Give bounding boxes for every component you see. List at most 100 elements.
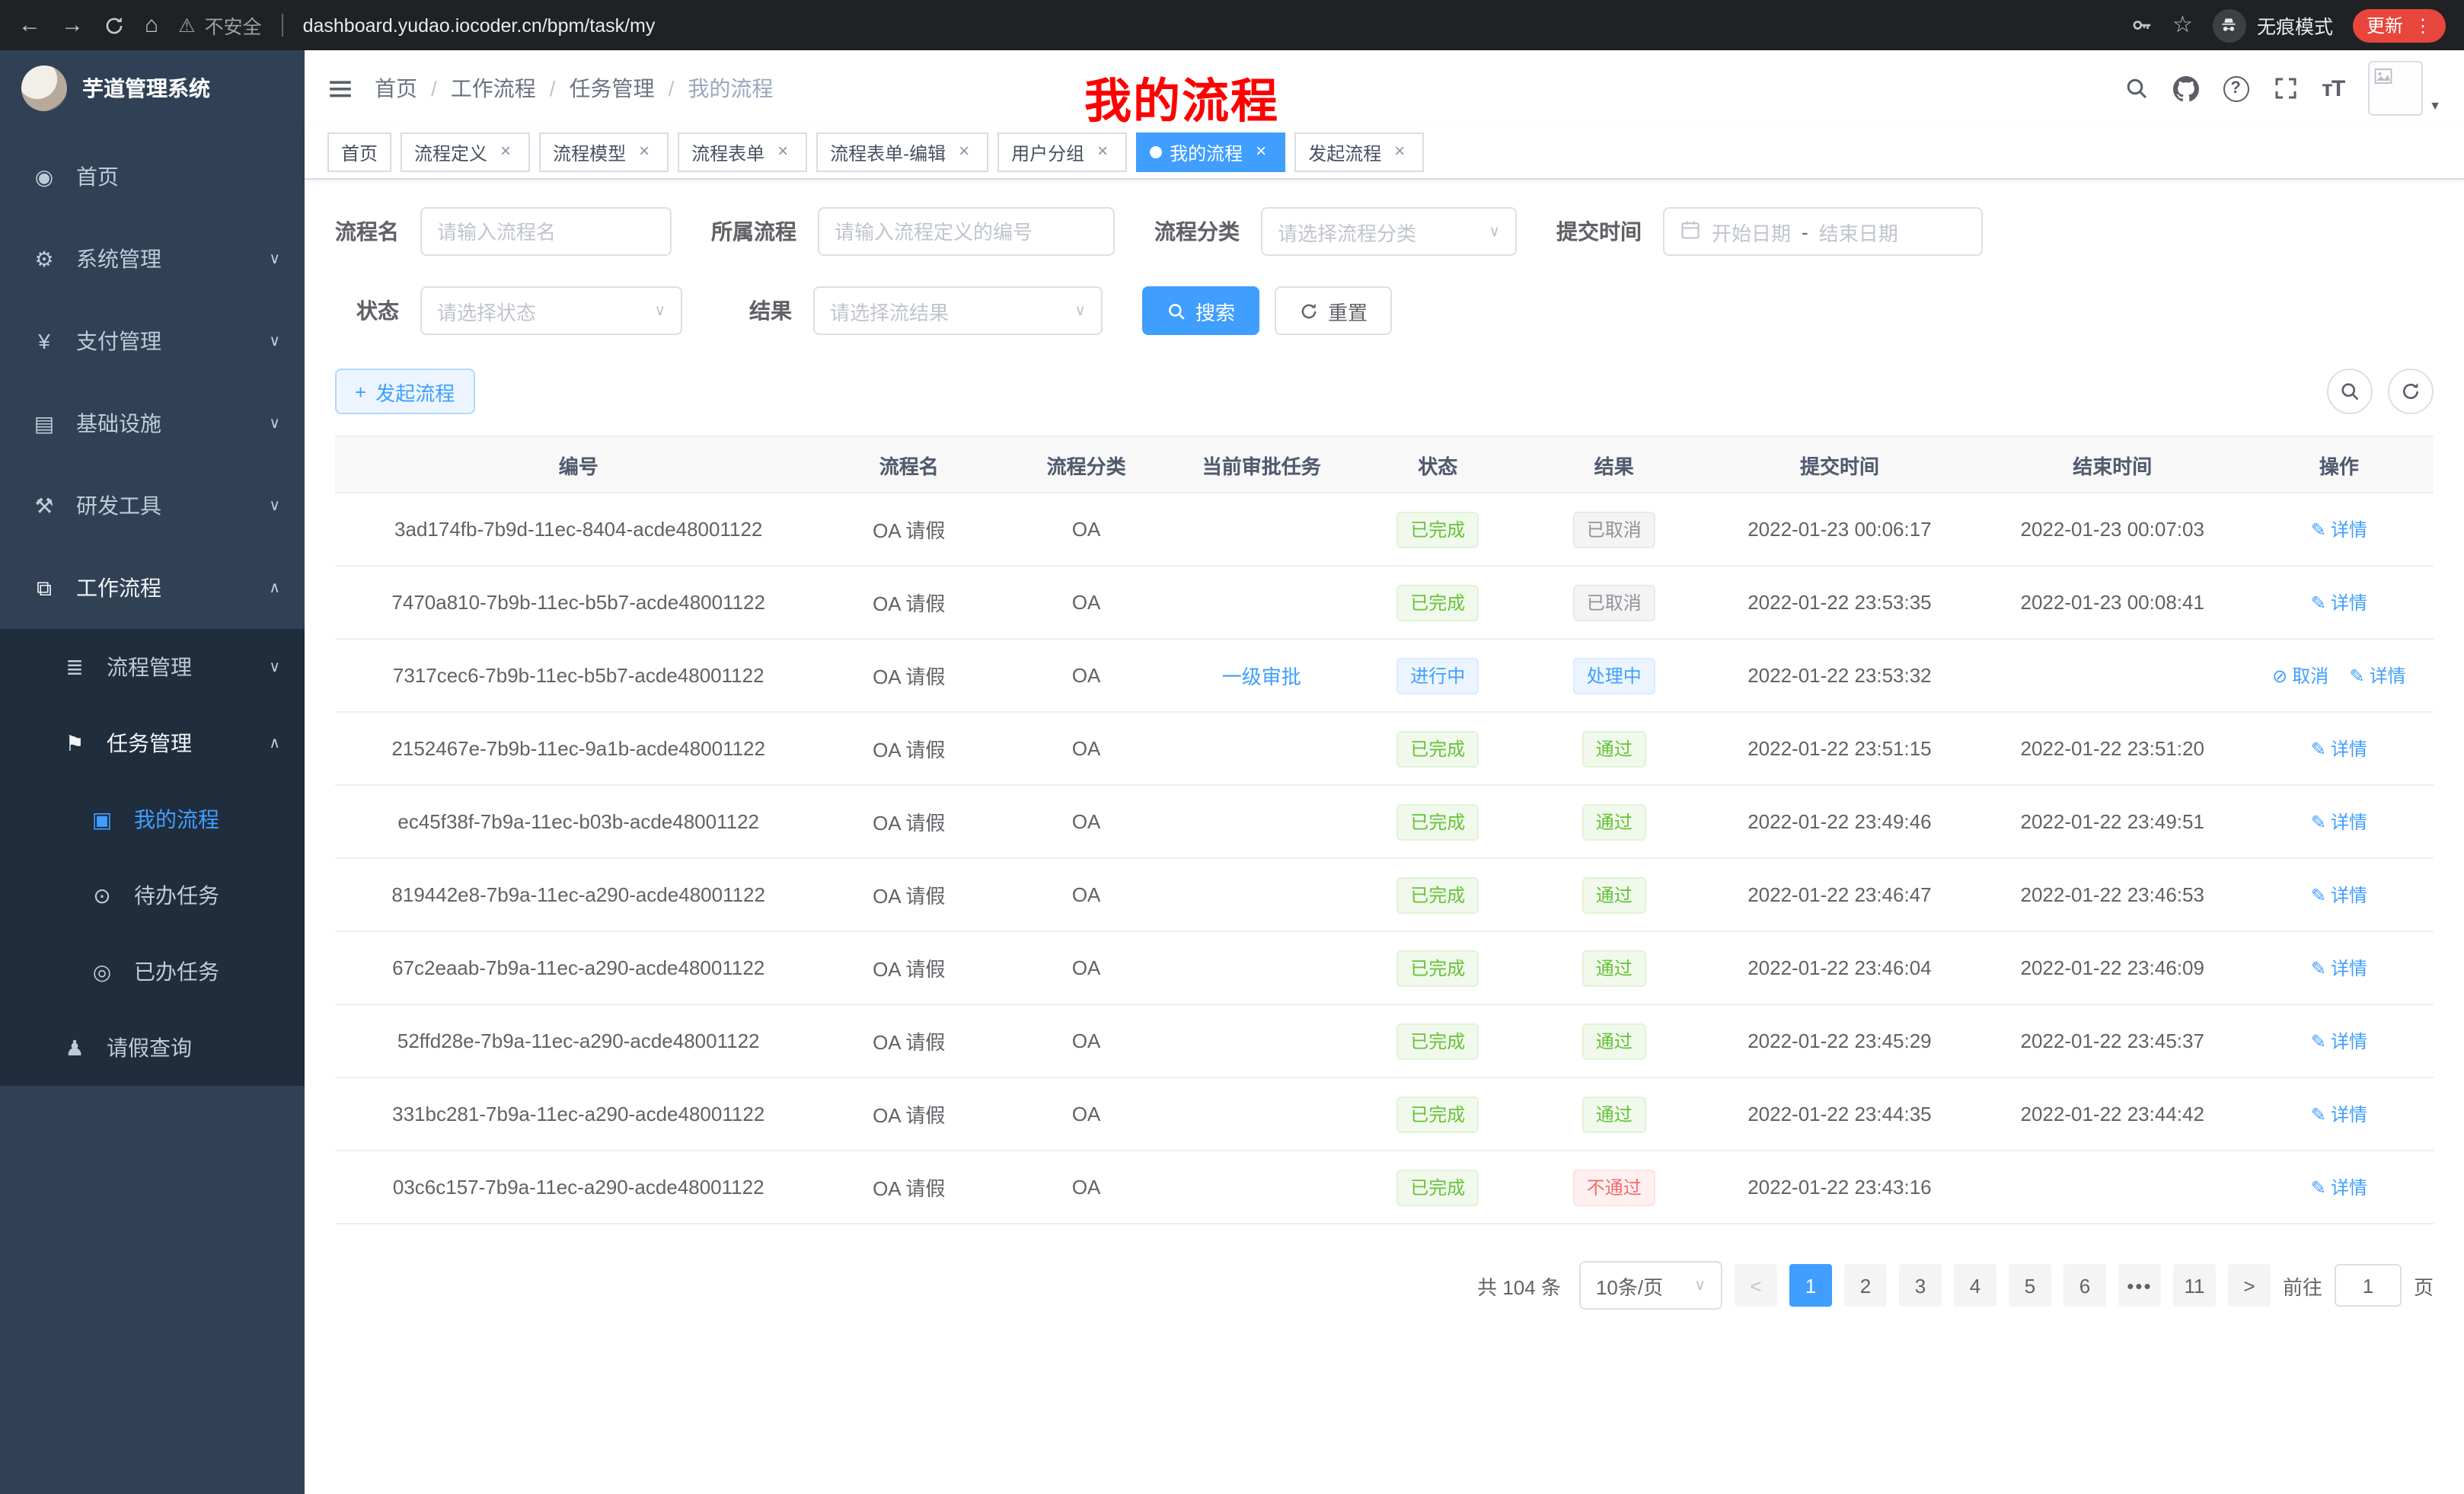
cell-task (1176, 493, 1346, 566)
sidebar-item-task-mgmt[interactable]: ⚑ 任务管理 ∧ (0, 705, 305, 781)
cell-name: OA 请假 (822, 858, 996, 931)
back-icon[interactable]: ← (18, 14, 41, 37)
font-size-icon[interactable]: ᴛT (2322, 75, 2344, 101)
result-badge: 通过 (1582, 1023, 1646, 1059)
cell-name: OA 请假 (822, 1151, 996, 1224)
reload-icon[interactable] (104, 14, 125, 36)
page-button-5[interactable]: 5 (2009, 1264, 2051, 1307)
search-icon[interactable] (2124, 76, 2148, 101)
tab-close-icon[interactable]: × (634, 142, 655, 163)
cell-name: OA 请假 (822, 712, 996, 785)
cell-submit-time: 2022-01-22 23:53:32 (1699, 639, 1980, 712)
detail-link[interactable]: ✎详情 (2311, 589, 2367, 615)
page-button-last[interactable]: 11 (2173, 1264, 2216, 1307)
breadcrumb-task-mgmt[interactable]: 任务管理 (570, 73, 655, 104)
tab-initiate-process[interactable]: 发起流程 × (1294, 132, 1424, 172)
tab-close-icon[interactable]: × (1092, 142, 1113, 163)
cancel-link[interactable]: ⊘取消 (2272, 662, 2328, 688)
breadcrumb-workflow[interactable]: 工作流程 (451, 73, 536, 104)
process-name-input[interactable] (420, 207, 672, 256)
status-select[interactable]: 请选择状态 ∨ (420, 286, 682, 335)
security-indicator[interactable]: ⚠ 不安全 (178, 11, 261, 40)
status-badge: 已完成 (1396, 1169, 1479, 1205)
next-page-button[interactable]: > (2228, 1264, 2271, 1307)
refresh-icon[interactable] (2388, 369, 2434, 414)
goto-page-input[interactable] (2335, 1264, 2402, 1307)
table-row: 52ffd28e-7b9a-11ec-a290-acde48001122 OA … (335, 1004, 2434, 1077)
tab-process-form[interactable]: 流程表单 × (678, 132, 807, 172)
sidebar-item-workflow[interactable]: ⧉ 工作流程 ∧ (0, 547, 305, 629)
sidebar-item-todo-tasks[interactable]: ⊙ 待办任务 (0, 857, 305, 934)
sidebar-item-devtools[interactable]: ⚒ 研发工具 ∨ (0, 464, 305, 547)
prev-page-button[interactable]: < (1735, 1264, 1777, 1307)
sidebar-item-my-process[interactable]: ▣ 我的流程 (0, 781, 305, 857)
help-icon[interactable]: ? (2223, 75, 2249, 101)
current-task-link[interactable]: 一级审批 (1222, 666, 1301, 688)
bookmark-star-icon[interactable]: ☆ (2172, 14, 2193, 37)
sidebar-item-payment[interactable]: ¥ 支付管理 ∨ (0, 300, 305, 382)
detail-link[interactable]: ✎详情 (2311, 516, 2367, 542)
sidebar-item-done-tasks[interactable]: ◎ 已办任务 (0, 934, 305, 1010)
incognito-badge: 无痕模式 (2213, 8, 2333, 42)
create-process-button[interactable]: + 发起流程 (335, 369, 474, 414)
chevron-down-icon: ∨ (260, 659, 280, 675)
category-select[interactable]: 请选择流程分类 ∨ (1261, 207, 1517, 256)
user-avatar-dropdown[interactable]: ▼ (2368, 61, 2441, 116)
result-select[interactable]: 请选择流结果 ∨ (813, 286, 1103, 335)
owner-process-input[interactable] (818, 207, 1115, 256)
sidebar-collapse-icon[interactable] (327, 75, 353, 101)
submit-time-range-picker[interactable]: 开始日期 - 结束日期 (1663, 207, 1983, 256)
sidebar-item-leave-query[interactable]: ♟ 请假查询 (0, 1010, 305, 1086)
tab-close-icon[interactable]: × (495, 142, 516, 163)
tab-process-model[interactable]: 流程模型 × (539, 132, 669, 172)
update-button[interactable]: 更新 ⋮ (2353, 8, 2446, 42)
col-name: 流程名 (822, 436, 996, 493)
search-button[interactable]: 搜索 (1142, 286, 1259, 335)
detail-link[interactable]: ✎详情 (2311, 955, 2367, 981)
sidebar-item-process-mgmt[interactable]: ≣ 流程管理 ∨ (0, 629, 305, 705)
detail-link[interactable]: ✎详情 (2311, 1174, 2367, 1200)
page-button-3[interactable]: 3 (1899, 1264, 1942, 1307)
page-button-1[interactable]: 1 (1789, 1264, 1832, 1307)
reset-button[interactable]: 重置 (1275, 286, 1392, 335)
sidebar-item-system[interactable]: ⚙ 系统管理 ∨ (0, 218, 305, 300)
fullscreen-icon[interactable] (2273, 76, 2297, 101)
toggle-search-icon[interactable] (2327, 369, 2373, 414)
detail-link[interactable]: ✎详情 (2311, 1101, 2367, 1127)
tab-process-definition[interactable]: 流程定义 × (401, 132, 530, 172)
home-icon[interactable]: ⌂ (145, 14, 158, 37)
my-process-icon: ▣ (88, 806, 116, 832)
breadcrumb-home[interactable]: 首页 (375, 73, 417, 104)
cell-category: OA (996, 712, 1176, 785)
tab-my-process[interactable]: 我的流程 × (1136, 132, 1285, 172)
tab-close-icon[interactable]: × (953, 142, 975, 163)
browser-menu-icon[interactable]: ⋮ (2414, 14, 2432, 36)
detail-link[interactable]: ✎详情 (2311, 736, 2367, 761)
address-url[interactable]: dashboard.yudao.iocoder.cn/bpm/task/my (303, 14, 656, 36)
logo[interactable]: 芋道管理系统 (0, 50, 305, 126)
detail-link[interactable]: ✎详情 (2311, 882, 2367, 908)
tab-close-icon[interactable]: × (772, 142, 793, 163)
page-button-2[interactable]: 2 (1844, 1264, 1887, 1307)
tab-home[interactable]: 首页 (327, 132, 391, 172)
detail-link[interactable]: ✎详情 (2311, 1028, 2367, 1054)
detail-link[interactable]: ✎详情 (2311, 809, 2367, 835)
page-button-4[interactable]: 4 (1954, 1264, 1996, 1307)
detail-link[interactable]: ✎详情 (2350, 662, 2406, 688)
status-badge: 已完成 (1396, 876, 1479, 913)
forward-icon[interactable]: → (61, 14, 84, 37)
sidebar-item-home[interactable]: ◉ 首页 (0, 136, 305, 218)
tab-close-icon[interactable]: × (1250, 142, 1272, 163)
cell-end-time: 2022-01-22 23:44:42 (1980, 1077, 2245, 1151)
owner-process-label: 所属流程 (711, 216, 796, 247)
page-size-select[interactable]: 10条/页 ∨ (1579, 1261, 1722, 1310)
key-icon[interactable] (2130, 14, 2153, 37)
tab-process-form-edit[interactable]: 流程表单-编辑 × (816, 132, 988, 172)
sidebar-item-infra[interactable]: ▤ 基础设施 ∨ (0, 382, 305, 464)
tab-close-icon[interactable]: × (1389, 142, 1410, 163)
tab-user-group[interactable]: 用户分组 × (997, 132, 1127, 172)
more-pages-button[interactable]: ••• (2118, 1264, 2161, 1307)
github-icon[interactable] (2172, 75, 2198, 101)
page-button-6[interactable]: 6 (2063, 1264, 2106, 1307)
cell-id: 331bc281-7b9a-11ec-a290-acde48001122 (335, 1077, 822, 1151)
